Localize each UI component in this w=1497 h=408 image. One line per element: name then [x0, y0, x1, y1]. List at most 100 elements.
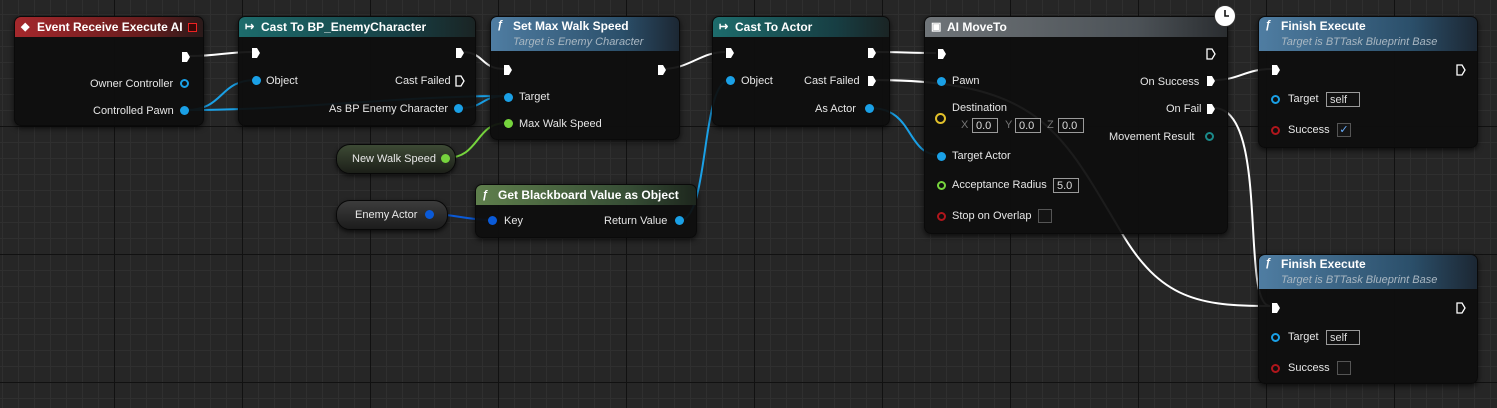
key-pin[interactable]	[488, 216, 497, 225]
node-header[interactable]: ƒ Set Max Walk Speed Target is Enemy Cha…	[491, 17, 679, 51]
get-blackboard-value-as-object-node[interactable]: ƒ Get Blackboard Value as Object Key Ret…	[475, 184, 697, 238]
stop-on-overlap-checkbox[interactable]	[1038, 209, 1052, 223]
destination-z-field[interactable]: 0.0	[1058, 118, 1084, 133]
target-self-field[interactable]: self	[1326, 330, 1360, 345]
node-title: Cast To Actor	[735, 20, 813, 34]
node-header[interactable]: ƒ Finish Execute Target is BTTask Bluepr…	[1259, 255, 1477, 289]
target-pin[interactable]	[504, 93, 513, 102]
exec-in-pin[interactable]	[503, 64, 513, 76]
target-actor-pin[interactable]	[937, 152, 946, 161]
node-header[interactable]: ƒ Finish Execute Target is BTTask Bluepr…	[1259, 17, 1477, 51]
success-checkbox[interactable]: ✓	[1337, 123, 1351, 137]
pin-label-cast-failed: Cast Failed	[804, 75, 860, 87]
acceptance-radius-pin[interactable]	[937, 181, 946, 190]
node-header[interactable]: ▣ AI MoveTo	[925, 17, 1227, 37]
ai-moveto-node[interactable]: ▣ AI MoveTo Pawn On Success Destination …	[924, 16, 1228, 234]
finish-execute-success-node[interactable]: ƒ Finish Execute Target is BTTask Bluepr…	[1258, 16, 1478, 148]
exec-out-pin[interactable]	[1456, 64, 1466, 76]
new-walk-speed-variable[interactable]: New Walk Speed	[336, 144, 456, 174]
exec-in-pin[interactable]	[725, 47, 735, 59]
pin-label-on-fail: On Fail	[1166, 103, 1202, 115]
node-title: Cast To BP_EnemyCharacter	[261, 20, 427, 34]
acceptance-radius-field[interactable]: 5.0	[1053, 178, 1079, 193]
pin-label-as-bp-enemy-character: As BP Enemy Character	[329, 103, 449, 115]
delegate-pin-icon[interactable]	[188, 23, 197, 32]
pin-label-target: Target	[1288, 93, 1319, 105]
set-max-walk-speed-node[interactable]: ƒ Set Max Walk Speed Target is Enemy Cha…	[490, 16, 680, 140]
ai-moveto-icon: ▣	[931, 21, 942, 33]
as-actor-pin[interactable]	[865, 104, 874, 113]
cast-arrows-icon: ↦	[719, 21, 729, 33]
node-subtitle: Target is BTTask Blueprint Base	[1281, 274, 1438, 286]
pin-label-destination: Destination	[952, 102, 1008, 114]
pin-label-stop-on-overlap: Stop on Overlap	[952, 210, 1032, 222]
function-f-icon: ƒ	[1265, 257, 1272, 269]
node-subtitle: Target is Enemy Character	[513, 36, 644, 48]
pin-label-as-actor: As Actor	[815, 103, 856, 115]
stop-on-overlap-pin[interactable]	[937, 212, 946, 221]
success-checkbox[interactable]	[1337, 361, 1351, 375]
target-pin[interactable]	[1271, 95, 1280, 104]
movement-result-pin[interactable]	[1205, 132, 1214, 141]
node-header[interactable]: ◆ Event Receive Execute AI	[15, 17, 203, 37]
function-f-icon: ƒ	[497, 19, 504, 31]
event-receive-execute-ai-node[interactable]: ◆ Event Receive Execute AI Owner Control…	[14, 16, 204, 126]
node-title: Finish Execute	[1281, 257, 1366, 271]
controlled-pawn-pin[interactable]	[180, 106, 189, 115]
on-fail-exec-pin[interactable]	[1206, 103, 1216, 115]
target-pin[interactable]	[1271, 333, 1280, 342]
success-pin[interactable]	[1271, 364, 1280, 373]
node-title: Event Receive Execute AI	[37, 20, 183, 34]
function-f-icon: ƒ	[1265, 19, 1272, 31]
on-success-exec-pin[interactable]	[1206, 75, 1216, 87]
pin-label-success: Success	[1288, 362, 1330, 374]
enemy-actor-output-pin[interactable]	[425, 210, 434, 219]
node-title: AI MoveTo	[947, 20, 1007, 34]
clock-icon	[1214, 5, 1236, 27]
max-walk-speed-pin[interactable]	[504, 119, 513, 128]
exec-out-pin[interactable]	[657, 64, 667, 76]
as-bp-enemy-character-pin[interactable]	[454, 104, 463, 113]
finish-execute-fail-node[interactable]: ƒ Finish Execute Target is BTTask Bluepr…	[1258, 254, 1478, 384]
pin-label-cast-failed: Cast Failed	[395, 75, 451, 87]
pin-label-acceptance-radius: Acceptance Radius	[952, 179, 1047, 191]
enemy-actor-variable[interactable]: Enemy Actor	[336, 200, 448, 230]
exec-out-pin[interactable]	[1456, 302, 1466, 314]
cast-failed-exec-pin[interactable]	[455, 75, 465, 87]
exec-in-pin[interactable]	[1271, 302, 1281, 314]
pin-label-target: Target	[1288, 331, 1319, 343]
destination-pin[interactable]	[935, 113, 946, 124]
new-walk-speed-output-pin[interactable]	[441, 154, 450, 163]
pin-label-owner-controller: Owner Controller	[90, 78, 174, 90]
success-pin[interactable]	[1271, 126, 1280, 135]
target-self-field[interactable]: self	[1326, 92, 1360, 107]
object-pin[interactable]	[252, 76, 261, 85]
variable-label: Enemy Actor	[355, 209, 418, 221]
exec-out-pin[interactable]	[181, 51, 191, 63]
pin-label-controlled-pawn: Controlled Pawn	[93, 105, 174, 117]
node-header[interactable]: ↦ Cast To BP_EnemyCharacter	[239, 17, 475, 37]
cast-failed-exec-pin[interactable]	[867, 75, 877, 87]
destination-z-label: Z	[1047, 119, 1054, 131]
exec-in-pin[interactable]	[251, 47, 261, 59]
pin-label-movement-result: Movement Result	[1109, 131, 1195, 143]
exec-out-pin[interactable]	[1206, 48, 1216, 60]
destination-x-field[interactable]: 0.0	[972, 118, 998, 133]
cast-to-bp-enemy-character-node[interactable]: ↦ Cast To BP_EnemyCharacter Object Cast …	[238, 16, 476, 126]
exec-in-pin[interactable]	[1271, 64, 1281, 76]
exec-out-pin[interactable]	[867, 47, 877, 59]
pawn-pin[interactable]	[937, 77, 946, 86]
node-title: Finish Execute	[1281, 19, 1366, 33]
return-value-pin[interactable]	[675, 216, 684, 225]
exec-out-pin[interactable]	[455, 47, 465, 59]
destination-y-field[interactable]: 0.0	[1015, 118, 1041, 133]
object-pin[interactable]	[726, 76, 735, 85]
node-header[interactable]: ↦ Cast To Actor	[713, 17, 889, 37]
node-header[interactable]: ƒ Get Blackboard Value as Object	[476, 185, 696, 205]
cast-to-actor-node[interactable]: ↦ Cast To Actor Object Cast Failed As Ac…	[712, 16, 890, 126]
exec-in-pin[interactable]	[937, 48, 947, 60]
owner-controller-pin[interactable]	[180, 79, 189, 88]
pin-label-object: Object	[266, 75, 298, 87]
variable-label: New Walk Speed	[352, 153, 436, 165]
pin-label-success: Success	[1288, 124, 1330, 136]
